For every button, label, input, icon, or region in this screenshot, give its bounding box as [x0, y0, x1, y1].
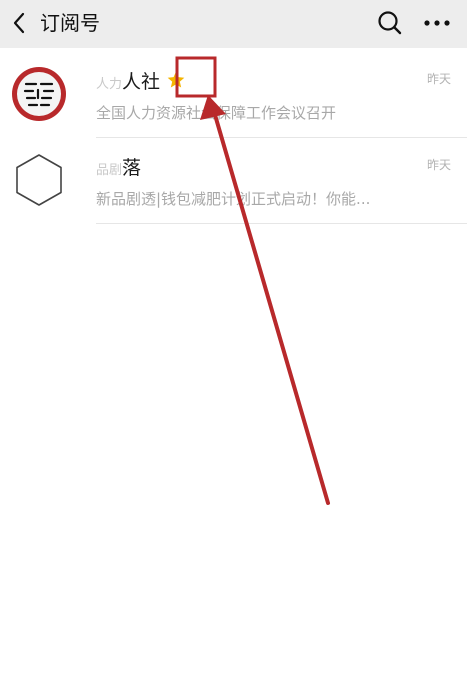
back-button[interactable] — [4, 6, 34, 40]
subscription-name-text: 人社 — [122, 71, 161, 93]
more-options-button[interactable] — [420, 9, 454, 37]
search-icon — [378, 11, 402, 35]
subscription-item[interactable]: 人力人社 昨天 全国人力资源社会保障工作会议召开 — [0, 52, 467, 138]
hexagon-avatar-icon — [16, 154, 62, 206]
page-title: 订阅号 — [40, 11, 100, 35]
subscription-name-prefix: 人力 — [96, 77, 123, 92]
chevron-left-icon — [13, 12, 25, 34]
avatar — [11, 66, 67, 122]
avatar — [11, 152, 67, 208]
subscription-name: 品剧落 — [96, 156, 141, 183]
search-button[interactable] — [376, 9, 404, 37]
timestamp: 昨天 — [426, 158, 451, 172]
subscription-item[interactable]: 品剧落 昨天 新品剧透|钱包减肥计划正式启动！你能... — [0, 138, 467, 224]
top-navigation-bar: 订阅号 — [0, 0, 467, 48]
subscription-name-text: 落 — [122, 157, 142, 179]
message-preview: 新品剧透|钱包减肥计划正式启动！你能... — [96, 190, 371, 208]
star-icon — [167, 71, 185, 88]
subscription-list-screen: 订阅号 人力人社 昨天 全国人力资源社会保障工作会议召开 品剧落 昨天 新品剧透… — [0, 0, 467, 676]
timestamp: 昨天 — [426, 72, 451, 86]
subscription-name: 人力人社 — [96, 70, 186, 97]
subscription-name-prefix: 品剧 — [96, 163, 123, 178]
message-preview: 全国人力资源社会保障工作会议召开 — [96, 104, 337, 122]
row-divider — [96, 223, 467, 224]
more-horizontal-icon — [424, 20, 450, 26]
hrss-logo-avatar — [12, 67, 66, 121]
